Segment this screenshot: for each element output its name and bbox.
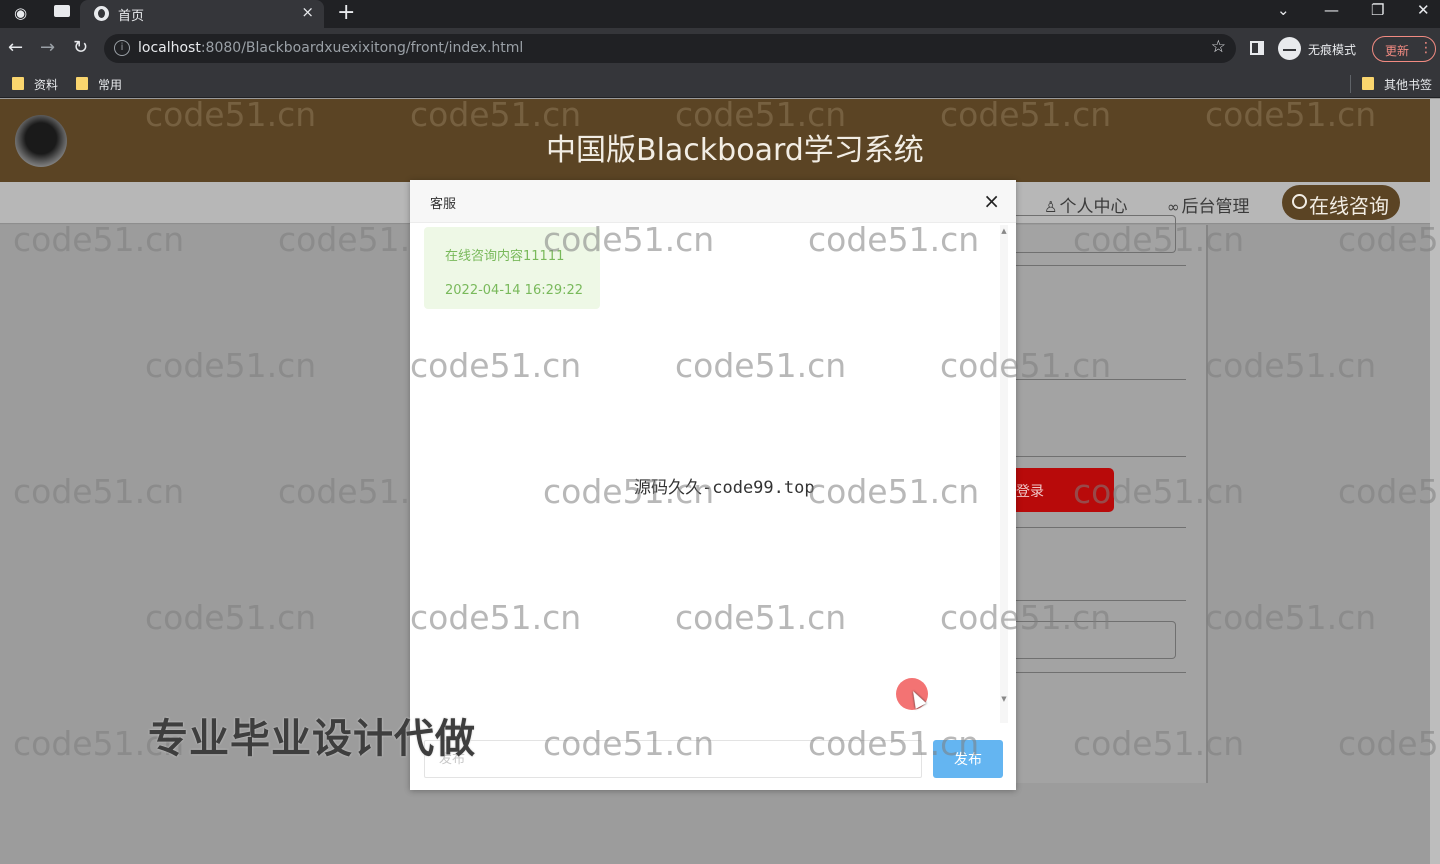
tab-title: 首页: [118, 9, 145, 24]
scroll-down-icon[interactable]: ▼: [1000, 695, 1008, 703]
browser-tab-strip: ◉ 首页 × + ⌄ — ❐ ✕: [0, 0, 1440, 28]
bookmarks-bar: 资料 常用 其他书签: [0, 70, 1440, 98]
update-button[interactable]: 更新 ⋮: [1372, 36, 1436, 62]
form-divider: [1016, 456, 1186, 457]
nav-profile-label: 个人中心: [1059, 197, 1128, 217]
message-time: 2022-04-14 16:29:22: [445, 283, 584, 298]
chat-message: 在线咨询内容11111 2022-04-14 16:29:22: [424, 227, 600, 309]
url-path: :8080/Blackboardxuexixitong/front/index.…: [200, 40, 524, 56]
bookmarks-separator: [1350, 75, 1351, 93]
minimize-icon[interactable]: —: [1324, 1, 1339, 19]
form-input-captcha[interactable]: [1016, 621, 1176, 659]
window-close-icon[interactable]: ✕: [1417, 1, 1430, 19]
restore-icon[interactable]: ❐: [1371, 1, 1384, 19]
tab-close-icon[interactable]: ×: [301, 3, 314, 21]
bookmark-label: 其他书签: [1384, 78, 1433, 92]
bookmark-star-icon[interactable]: ☆: [1211, 37, 1226, 57]
form-input-username[interactable]: [1016, 215, 1176, 253]
chevron-down-icon[interactable]: ⌄: [1277, 1, 1290, 19]
url-host: localhost: [138, 40, 201, 56]
globe-icon: [94, 6, 109, 21]
forward-arrow-icon[interactable]: →: [40, 37, 55, 58]
address-bar[interactable]: i localhost:8080/Blackboardxuexixitong/f…: [104, 34, 1236, 63]
info-icon[interactable]: i: [114, 40, 130, 56]
form-divider: [1016, 265, 1186, 266]
nav-admin[interactable]: ∞ 后台管理: [1167, 192, 1250, 217]
update-label: 更新: [1385, 44, 1410, 58]
link-icon: ∞: [1167, 198, 1180, 216]
user-icon: ♙: [1044, 198, 1058, 216]
new-tab-button[interactable]: +: [337, 0, 355, 26]
message-text: 在线咨询内容11111: [445, 249, 565, 264]
send-button[interactable]: 发布: [933, 740, 1003, 778]
chat-messages-area[interactable]: 在线咨询内容11111 2022-04-14 16:29:22 源码久久-cod…: [410, 223, 1000, 723]
side-panel-icon[interactable]: [1250, 41, 1264, 55]
login-button[interactable]: 登录: [1016, 468, 1114, 512]
scroll-up-icon[interactable]: ▲: [1000, 227, 1008, 235]
center-watermark: 源码久久-code99.top: [634, 478, 815, 498]
folder-icon: [1362, 77, 1374, 90]
chat-scrollbar[interactable]: ▲ ▼: [1000, 225, 1008, 723]
folder-icon: [12, 77, 24, 90]
globe-icon[interactable]: ◉: [14, 4, 27, 22]
chat-icon: [1292, 194, 1307, 209]
form-divider: [1016, 379, 1186, 380]
back-arrow-icon[interactable]: ←: [8, 37, 23, 58]
browser-toolbar: ← → ↻ i localhost:8080/Blackboardxuexixi…: [0, 28, 1440, 70]
form-divider: [1016, 600, 1186, 601]
login-label: 登录: [1016, 484, 1044, 500]
incognito-label: 无痕模式: [1308, 43, 1357, 57]
page-scrollbar[interactable]: [1430, 99, 1440, 864]
site-logo[interactable]: [15, 115, 67, 167]
browser-tab-home[interactable]: 首页 ×: [80, 0, 324, 28]
bookmark-label: 资料: [34, 78, 59, 92]
site-title: 中国版Blackboard学习系统: [546, 133, 924, 168]
reload-icon[interactable]: ↻: [73, 37, 88, 58]
customer-service-dialog: 客服 × 在线咨询内容11111 2022-04-14 16:29:22 源码久…: [410, 180, 1016, 790]
nav-admin-label: 后台管理: [1181, 197, 1250, 217]
dialog-header: 客服 ×: [410, 180, 1016, 223]
screen: ◉ 首页 × + ⌄ — ❐ ✕ ← → ↻ i localhost:8080/…: [0, 0, 1440, 864]
bookmark-label: 常用: [98, 78, 123, 92]
chat-input[interactable]: [424, 740, 922, 778]
folder-icon: [76, 77, 88, 90]
tab-search-icon[interactable]: [54, 5, 70, 17]
more-vertical-icon: ⋮: [1419, 40, 1433, 56]
nav-profile[interactable]: ♙ 个人中心: [1044, 192, 1127, 217]
incognito-icon: [1278, 37, 1301, 60]
form-divider: [1016, 527, 1186, 528]
promo-overlay-text: 专业毕业设计代做: [148, 716, 476, 762]
form-divider: [1016, 672, 1186, 673]
nav-online-consult[interactable]: 在线咨询: [1282, 185, 1400, 220]
url-text[interactable]: localhost:8080/Blackboardxuexixitong/fro…: [138, 40, 523, 56]
site-header: 中国版Blackboard学习系统: [0, 99, 1430, 182]
dialog-title: 客服: [430, 197, 457, 212]
incognito-indicator[interactable]: 无痕模式: [1278, 36, 1368, 62]
dialog-close-icon[interactable]: ×: [983, 189, 1000, 213]
nav-online-label: 在线咨询: [1309, 194, 1389, 218]
